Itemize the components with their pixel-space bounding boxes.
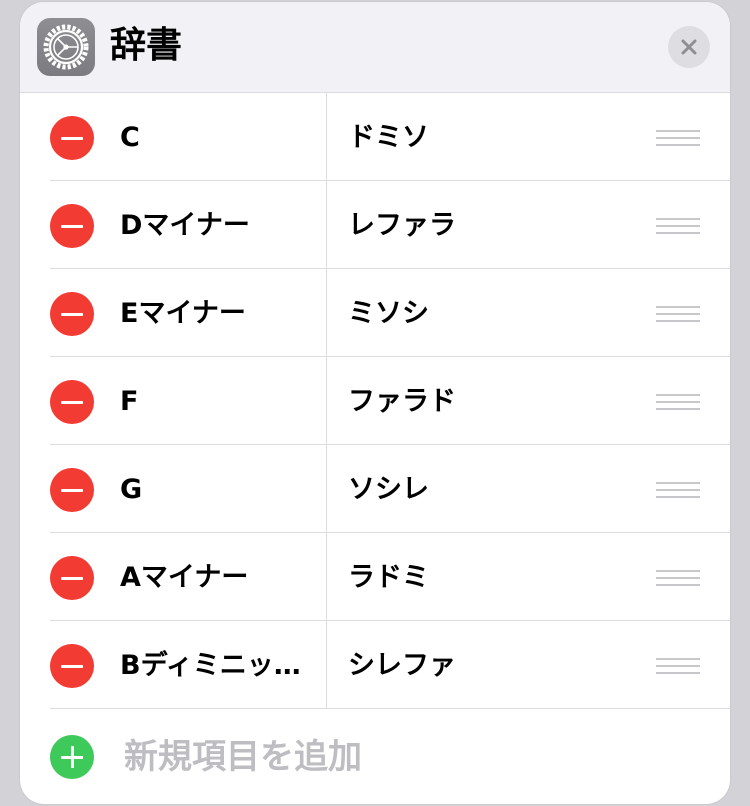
drag-handle-icon[interactable] (656, 658, 700, 674)
entry-word[interactable]: Aマイナー (120, 561, 312, 595)
add-button[interactable] (50, 735, 94, 779)
page-title: 辞書 (110, 25, 183, 66)
entry-reading[interactable]: ミソシ (348, 297, 429, 331)
entry-word[interactable]: C (120, 121, 312, 155)
delete-button[interactable] (50, 380, 94, 424)
column-divider (326, 533, 327, 621)
delete-button[interactable] (50, 116, 94, 160)
panel-header: 辞書 (20, 2, 730, 93)
column-divider (326, 93, 327, 181)
list-item[interactable]: Eマイナー ミソシ (20, 269, 730, 357)
entry-reading[interactable]: シレファ (348, 649, 456, 683)
column-divider (326, 621, 327, 709)
delete-button[interactable] (50, 292, 94, 336)
drag-handle-icon[interactable] (656, 306, 700, 322)
delete-button[interactable] (50, 644, 94, 688)
list-item[interactable]: Dマイナー レファラ (20, 181, 730, 269)
entry-reading[interactable]: ソシレ (348, 473, 429, 507)
delete-button[interactable] (50, 468, 94, 512)
entry-word[interactable]: F (120, 385, 312, 419)
list-item[interactable]: G ソシレ (20, 445, 730, 533)
delete-button[interactable] (50, 204, 94, 248)
entry-word[interactable]: Bディミニッ… (120, 649, 312, 683)
close-button[interactable] (668, 26, 710, 68)
entry-word[interactable]: Dマイナー (120, 209, 312, 243)
drag-handle-icon[interactable] (656, 482, 700, 498)
drag-handle-icon[interactable] (656, 570, 700, 586)
drag-handle-icon[interactable] (656, 130, 700, 146)
entry-reading[interactable]: ファラド (348, 385, 456, 419)
entry-reading[interactable]: ドミソ (348, 121, 429, 155)
column-divider (326, 269, 327, 357)
add-new-item-label[interactable]: 新規項目を追加 (124, 736, 362, 778)
add-new-item-row[interactable]: 新規項目を追加 (20, 709, 730, 801)
entry-word[interactable]: Eマイナー (120, 297, 312, 331)
column-divider (326, 357, 327, 445)
dictionary-entry-list: C ドミソ Dマイナー レファラ Eマイナー ミソシ F ファラド G ソシレ … (20, 93, 730, 801)
drag-handle-icon[interactable] (656, 394, 700, 410)
entry-reading[interactable]: レファラ (348, 209, 456, 243)
entry-word[interactable]: G (120, 473, 312, 507)
list-item[interactable]: Aマイナー ラドミ (20, 533, 730, 621)
list-item[interactable]: C ドミソ (20, 93, 730, 181)
dictionary-panel: 辞書 C ドミソ Dマイナー レファラ Eマイナー ミソシ F ファラド G ソ… (20, 2, 730, 804)
column-divider (326, 181, 327, 269)
entry-reading[interactable]: ラドミ (348, 561, 429, 595)
column-divider (326, 445, 327, 533)
delete-button[interactable] (50, 556, 94, 600)
settings-gear-icon (37, 18, 95, 76)
close-x-icon (681, 39, 697, 55)
list-item[interactable]: Bディミニッ… シレファ (20, 621, 730, 709)
list-item[interactable]: F ファラド (20, 357, 730, 445)
drag-handle-icon[interactable] (656, 218, 700, 234)
